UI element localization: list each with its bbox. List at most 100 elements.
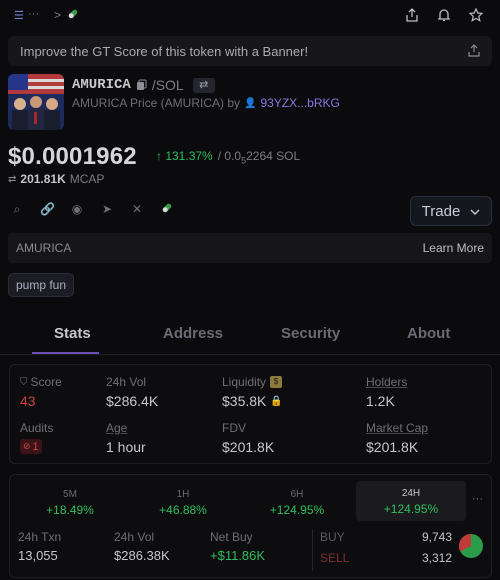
marketcap-label[interactable]: Market Cap	[366, 421, 428, 435]
buy-label: BUY	[320, 530, 345, 544]
link-icon[interactable]: 🔗	[40, 202, 55, 216]
price-sol-rest: 2264 SOL	[246, 149, 301, 163]
marketcap-block: Market Cap $201.8K	[366, 421, 428, 455]
mcap-row: ⇄ 201.81K MCAP	[8, 172, 104, 186]
top-bar: ☰ ··· >	[0, 0, 500, 32]
sell-label: SELL	[320, 551, 350, 565]
active-tab-indicator	[32, 352, 99, 354]
mcap-label: MCAP	[69, 172, 105, 186]
more-icon[interactable]: ···	[28, 8, 39, 20]
fdv-block: FDV $201.8K	[222, 421, 274, 455]
vol-label: 24h Vol	[106, 375, 147, 389]
star-icon[interactable]	[469, 7, 483, 23]
token-symbol: AMURICA	[72, 77, 131, 93]
fdv-label: FDV	[222, 421, 246, 435]
buy-sell-block: BUY 9,743 SELL 3,312	[320, 530, 452, 565]
txn-vol-value: $286.38K	[114, 548, 170, 563]
audits-value: 1	[32, 440, 39, 453]
tab-stats[interactable]: Stats	[54, 325, 91, 342]
tab-address[interactable]: Address	[163, 325, 223, 342]
age-label[interactable]: Age	[106, 421, 146, 435]
x-icon[interactable]: ✕	[130, 202, 144, 216]
pill-icon	[67, 8, 79, 23]
txn-block: 24h Txn 13,055	[18, 530, 61, 563]
menu-icon[interactable]: ☰	[14, 9, 24, 22]
timeframe-pct: +18.49%	[46, 503, 94, 517]
timeframe-label: 1H	[176, 489, 190, 500]
timeframe-label: 24H	[401, 488, 421, 499]
score-label: Score	[30, 375, 62, 389]
copy-icon[interactable]	[136, 79, 147, 91]
banner-text: Improve the GT Score of this token with …	[20, 43, 309, 59]
info-token-name: AMURICA	[16, 241, 72, 255]
mcap-swap-icon: ⇄	[8, 173, 17, 185]
txn-value: 13,055	[18, 548, 58, 563]
swap-pair-icon[interactable]: ⇄	[192, 77, 215, 93]
discord-icon[interactable]: ◉	[70, 202, 84, 216]
tab-security[interactable]: Security	[281, 325, 340, 342]
liquidity-value: $35.8K	[222, 393, 267, 409]
timeframe-24h[interactable]: 24H +124.95%	[356, 481, 466, 521]
net-buy-label: Net Buy	[210, 530, 253, 544]
mcap-value: 201.81K	[20, 172, 66, 186]
timeframe-pct: +124.95%	[383, 502, 439, 516]
social-links: ⌕ 🔗 ◉ ➤ ✕	[10, 202, 174, 218]
trade-label: Trade	[421, 202, 461, 220]
timeframe-6h[interactable]: 6H +124.95%	[242, 485, 352, 523]
learn-more-link[interactable]: Learn More	[423, 241, 484, 255]
tag-chip[interactable]: pump fun	[8, 273, 75, 297]
txn-vol-block: 24h Vol $286.38K	[114, 530, 170, 563]
audits-label: Audits	[20, 421, 54, 435]
timeframe-5m[interactable]: 5M +18.49%	[15, 485, 125, 523]
age-value: 1 hour	[106, 439, 146, 455]
tab-bar: Stats Address Security About	[0, 315, 500, 355]
timeframe-pct: +46.88%	[159, 503, 207, 517]
price-sol-prefix: / 0.0	[217, 149, 242, 163]
vol-block: 24h Vol $286.4K	[106, 375, 158, 409]
share-icon[interactable]	[405, 7, 419, 23]
marketcap-value: $201.8K	[366, 439, 419, 455]
timeframe-label: 6H	[290, 489, 304, 500]
fdv-value: $201.8K	[222, 439, 275, 455]
price-usd: $0.0001962	[8, 143, 137, 170]
token-info-bar: AMURICA Learn More	[8, 233, 492, 263]
lock-icon: 🔒	[270, 395, 283, 407]
buy-value: 9,743	[421, 530, 452, 544]
timeframe-pct: +124.95%	[269, 503, 325, 517]
token-avatar	[8, 74, 64, 130]
liquidity-block: Liquidity $ $35.8K 🔒	[222, 375, 283, 409]
score-banner[interactable]: Improve the GT Score of this token with …	[8, 36, 492, 66]
telegram-icon[interactable]: ➤	[100, 202, 114, 216]
timeframe-1h[interactable]: 1H +46.88%	[128, 485, 238, 523]
pair-suffix: /SOL	[151, 77, 184, 93]
net-buy-value: +$11.86K	[210, 548, 266, 563]
token-subtitle-row: AMURICA Price (AMURICA) by 👤 93YZX...bRK…	[72, 96, 340, 110]
shield-icon: ⛉	[20, 376, 28, 388]
stats-card: ⛉ Score 43 24h Vol $286.4K Liquidity $ $…	[9, 364, 492, 464]
txn-vol-label: 24h Vol	[114, 530, 155, 544]
more-timeframes-icon[interactable]: ···	[472, 493, 483, 505]
trade-button[interactable]: Trade	[410, 196, 492, 226]
txn-label: 24h Txn	[18, 530, 62, 544]
score-value: 43	[20, 393, 36, 409]
token-title-row: AMURICA /SOL ⇄	[72, 77, 215, 93]
breadcrumb-chevron-icon: >	[54, 8, 62, 22]
price-change: ↑ 131.37%	[156, 149, 213, 163]
score-block: ⛉ Score 43	[20, 375, 62, 409]
liquidity-badge-icon: $	[270, 376, 283, 388]
tab-about[interactable]: About	[407, 325, 450, 342]
holders-value: 1.2K	[366, 393, 395, 409]
audits-block: Audits ⊘ 1	[20, 421, 53, 454]
holders-block: Holders 1.2K	[366, 375, 407, 409]
upload-icon[interactable]	[468, 44, 480, 60]
audits-badge[interactable]: ⊘ 1	[20, 439, 42, 454]
search-icon[interactable]: ⌕	[10, 202, 24, 216]
alert-icon: ⊘	[23, 441, 31, 451]
holders-label[interactable]: Holders	[366, 375, 407, 389]
activity-card: 5M +18.49% 1H +46.88% 6H +124.95% 24H +1…	[9, 474, 492, 578]
pill-link-icon[interactable]	[160, 202, 174, 216]
user-icon: 👤	[244, 97, 257, 109]
creator-address[interactable]: 93YZX...bRKG	[260, 96, 339, 110]
vol-value: $286.4K	[106, 393, 159, 409]
bell-icon[interactable]	[437, 7, 451, 23]
